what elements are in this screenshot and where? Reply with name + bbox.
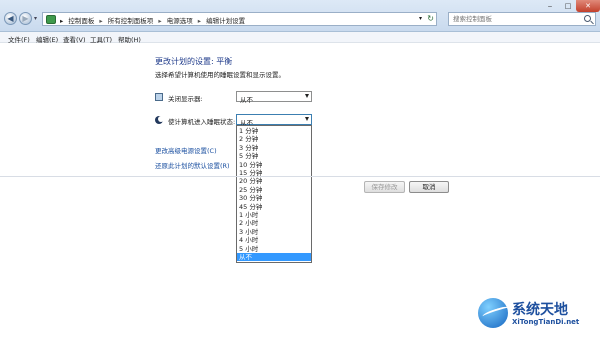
search-input[interactable] (449, 13, 574, 25)
divider (0, 176, 600, 177)
sleep-label: 使计算机进入睡眠状态: (168, 118, 236, 126)
display-off-label: 关闭显示器: (168, 95, 203, 103)
display-off-value: 从不 (240, 95, 253, 104)
dropdown-option[interactable]: 5 分钟 (237, 152, 311, 160)
dropdown-option-selected[interactable]: 从不 (237, 253, 311, 262)
menu-file[interactable]: 文件(F) (8, 34, 30, 44)
menu-help[interactable]: 帮助(H) (118, 34, 141, 44)
dropdown-option[interactable]: 10 分钟 (237, 161, 311, 169)
breadcrumb-separator: ▸ (197, 17, 202, 25)
dropdown-option[interactable]: 5 小时 (237, 245, 311, 253)
page-subtitle: 选择希望计算机使用的睡眠设置和显示设置。 (155, 71, 285, 79)
save-button[interactable]: 保存修改 (364, 181, 405, 193)
restore-defaults-link[interactable]: 还原此计划的默认设置(R) (155, 160, 230, 170)
page-title: 更改计划的设置: 平衡 (155, 57, 233, 66)
sleep-select[interactable]: 从不 (236, 114, 312, 127)
dropdown-arrow-icon (305, 94, 309, 98)
search-icon[interactable] (584, 15, 591, 22)
breadcrumb-edit-plan[interactable]: 编辑计划设置 (206, 17, 245, 25)
refresh-icon[interactable]: ↻ (427, 14, 434, 23)
breadcrumb[interactable]: ▸ 控制面板 ▸ 所有控制面板项 ▸ 电源选项 ▸ 编辑计划设置 ▾ ↻ (42, 12, 437, 26)
menu-tools[interactable]: 工具(T) (90, 34, 112, 44)
dropdown-option[interactable]: 2 小时 (237, 219, 311, 227)
close-button[interactable]: ✕ (576, 0, 600, 12)
breadcrumb-trail: ▸ 控制面板 ▸ 所有控制面板项 ▸ 电源选项 ▸ 编辑计划设置 (60, 15, 248, 25)
sleep-dropdown-list: 1 分钟 2 分钟 3 分钟 5 分钟 10 分钟 15 分钟 20 分钟 25… (236, 125, 312, 263)
display-off-select[interactable]: 从不 (236, 91, 312, 104)
cancel-button[interactable]: 取消 (409, 181, 449, 193)
monitor-icon (155, 93, 163, 101)
minimize-button[interactable]: ‒ (540, 0, 560, 12)
breadcrumb-all-items[interactable]: 所有控制面板项 (108, 17, 154, 25)
watermark: 系统天地 XiTongTianDi.net (478, 293, 600, 337)
watermark-name: 系统天地 (512, 302, 568, 318)
control-panel-icon (46, 15, 56, 24)
address-bar: ◀ ▶ ▾ ▸ 控制面板 ▸ 所有控制面板项 ▸ 电源选项 ▸ 编辑计划设置 ▾… (0, 0, 600, 32)
menu-edit[interactable]: 编辑(E) (36, 34, 58, 44)
recent-pages-chevron-icon[interactable]: ▾ (34, 15, 37, 22)
breadcrumb-power-options[interactable]: 电源选项 (167, 17, 193, 25)
address-dropdown-chevron-icon[interactable]: ▾ (419, 15, 422, 22)
breadcrumb-separator: ▸ (60, 17, 64, 25)
menu-view[interactable]: 查看(V) (63, 34, 86, 44)
maximize-button[interactable]: □ (558, 0, 578, 12)
dropdown-option[interactable]: 3 分钟 (237, 144, 311, 152)
forward-arrow-icon[interactable]: ▶ (19, 12, 32, 25)
dropdown-option[interactable]: 4 小时 (237, 236, 311, 244)
dropdown-arrow-icon (305, 117, 309, 121)
search-box[interactable] (448, 12, 596, 26)
menu-bar: 文件(F) 编辑(E) 查看(V) 工具(T) 帮助(H) (0, 32, 600, 44)
dropdown-option[interactable]: 45 分钟 (237, 203, 311, 211)
sleep-moon-icon (155, 115, 164, 124)
back-arrow-icon[interactable]: ◀ (4, 12, 17, 25)
advanced-power-settings-link[interactable]: 更改高级电源设置(C) (155, 145, 217, 155)
dropdown-option[interactable]: 3 小时 (237, 228, 311, 236)
dropdown-option[interactable]: 2 分钟 (237, 135, 311, 143)
breadcrumb-control-panel[interactable]: 控制面板 (68, 17, 94, 25)
dropdown-option[interactable]: 20 分钟 (237, 177, 311, 185)
breadcrumb-separator: ▸ (99, 17, 103, 25)
watermark-url: XiTongTianDi.net (512, 318, 580, 326)
breadcrumb-separator: ▸ (158, 17, 162, 25)
dropdown-option[interactable]: 25 分钟 (237, 186, 311, 194)
dropdown-option[interactable]: 30 分钟 (237, 194, 311, 202)
